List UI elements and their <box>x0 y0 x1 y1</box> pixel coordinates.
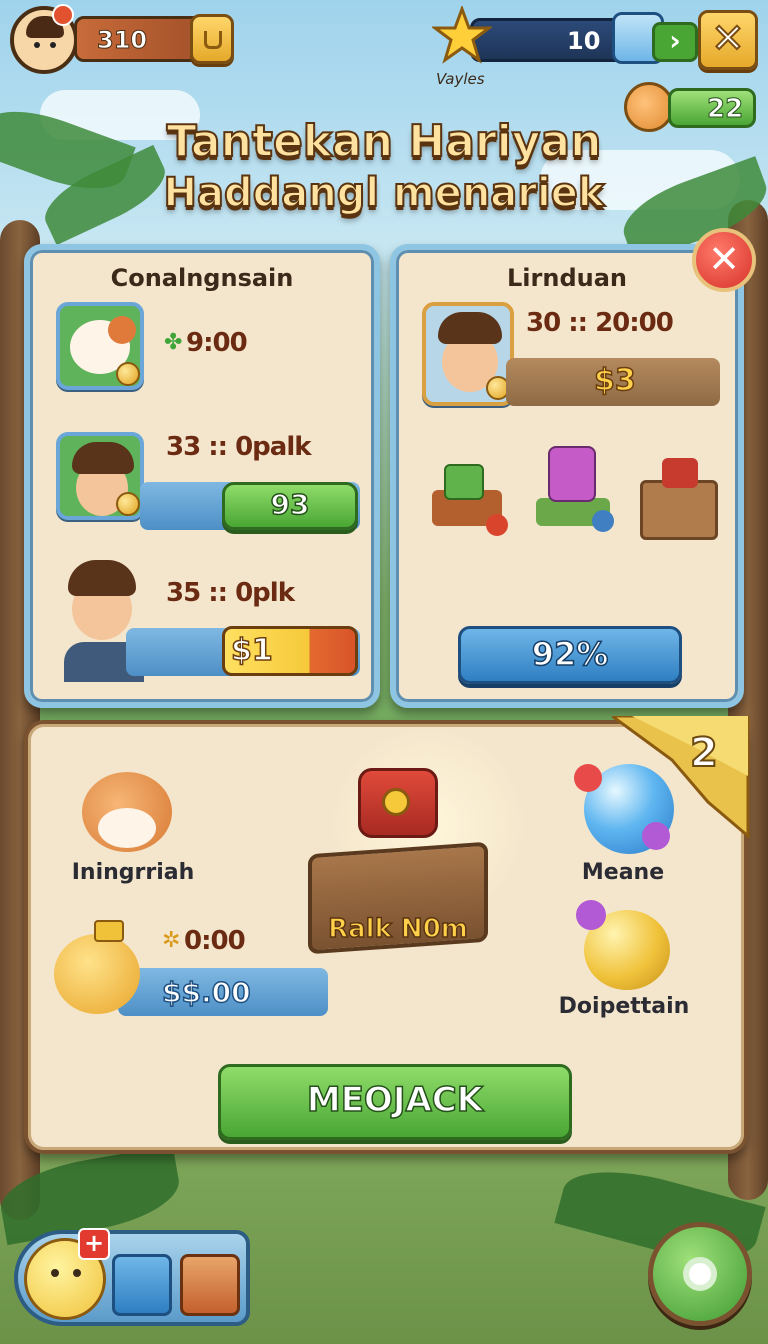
clover-icon: ✤ <box>164 330 183 355</box>
boy2-hair <box>68 560 136 596</box>
shop-button[interactable] <box>190 14 234 64</box>
right-bar: $3 <box>506 358 720 406</box>
eye <box>51 1269 59 1277</box>
chest-slot-icon[interactable] <box>180 1254 240 1316</box>
hamster-pet-icon[interactable] <box>78 760 178 854</box>
machine-top <box>444 464 484 500</box>
machine-wheel <box>486 514 508 536</box>
close-button[interactable]: ✕ <box>698 10 758 70</box>
eye <box>50 42 56 48</box>
hamster-ear <box>108 316 136 344</box>
item-left-label: Iningrriah <box>71 860 195 885</box>
left-panel-title: Conalngnsain <box>110 264 294 292</box>
plus-icon[interactable]: + <box>78 1228 110 1260</box>
star-small-icon: ✲ <box>162 928 181 953</box>
right-timer: 30 :: 20:00 <box>526 308 674 338</box>
hamster-face <box>98 808 156 848</box>
right-panel-title: Lirnduan <box>507 264 627 292</box>
right-progress-bar[interactable]: 92% <box>458 626 682 684</box>
row3-value: $1 <box>230 632 273 669</box>
row3-timer: 35 :: 0plk <box>166 578 295 608</box>
ribbon-number: 2 <box>689 729 719 777</box>
left-panel: Conalngnsain ✤ 9:00 33 :: 0palk 93 35 ::… <box>24 244 380 708</box>
bubble-small <box>576 900 606 930</box>
boy-hair <box>72 442 134 474</box>
chest-lock <box>382 788 410 816</box>
claim-button[interactable]: MEOJACK <box>218 1064 572 1140</box>
page-title: Tantekan Hariyan <box>166 115 603 168</box>
coin-counter: 310 <box>74 16 204 62</box>
crown-icon <box>94 920 124 942</box>
boy-avatar[interactable] <box>422 302 514 406</box>
machine-wheel <box>592 510 614 532</box>
chest-body <box>640 480 718 540</box>
chest-label: Ralk N0m <box>327 913 468 945</box>
settings-button[interactable] <box>648 1222 752 1326</box>
coin-icon <box>116 492 140 516</box>
treasure-chest-icon[interactable] <box>634 450 724 550</box>
row2-claim-button[interactable]: 93 <box>222 482 358 530</box>
star-icon <box>432 6 492 64</box>
bottom-value: $$.00 <box>161 975 251 1010</box>
chevron-right-icon[interactable]: › <box>652 22 698 62</box>
right-value: $3 <box>593 362 636 399</box>
eye <box>73 1269 81 1277</box>
row3-reward[interactable]: $1 <box>222 626 358 676</box>
item-right-bottom-label: Doipettain <box>558 994 690 1019</box>
row1-timer: 9:00 <box>186 328 248 358</box>
bubble-small <box>574 764 602 792</box>
coin-icon <box>116 362 140 386</box>
eye <box>34 42 40 48</box>
boy-avatar[interactable] <box>56 432 144 520</box>
boy-hair <box>438 312 502 344</box>
bottom-timer: 0:00 <box>184 926 246 956</box>
machine-top <box>548 446 596 502</box>
fish-body <box>54 934 140 1014</box>
gift-box-icon[interactable] <box>112 1254 172 1316</box>
purple-machine-icon[interactable] <box>530 440 614 540</box>
green-machine-icon[interactable] <box>424 460 508 544</box>
page-subtitle: Haddangl menariek <box>163 169 606 217</box>
item-right-top-label: Meane <box>581 860 665 885</box>
panel-close-button[interactable]: ✕ <box>692 228 756 292</box>
star-count: 10 <box>567 27 601 55</box>
chest-lid <box>662 458 698 488</box>
bottom-bar: $$.00 <box>118 968 328 1016</box>
coin-count: 310 <box>96 26 148 55</box>
right-panel: Lirnduan 30 :: 20:00 $3 92% <box>390 244 744 708</box>
shopping-bag-icon <box>204 31 222 49</box>
ribbon-banner <box>612 716 750 840</box>
star-caption: Vayles <box>436 70 485 88</box>
gear-icon <box>683 1257 717 1291</box>
level-badge-icon <box>52 4 74 26</box>
fish-pet-icon[interactable] <box>48 920 144 1016</box>
row2-timer: 33 :: 0palk <box>166 432 312 462</box>
hamster-avatar[interactable] <box>56 302 144 390</box>
